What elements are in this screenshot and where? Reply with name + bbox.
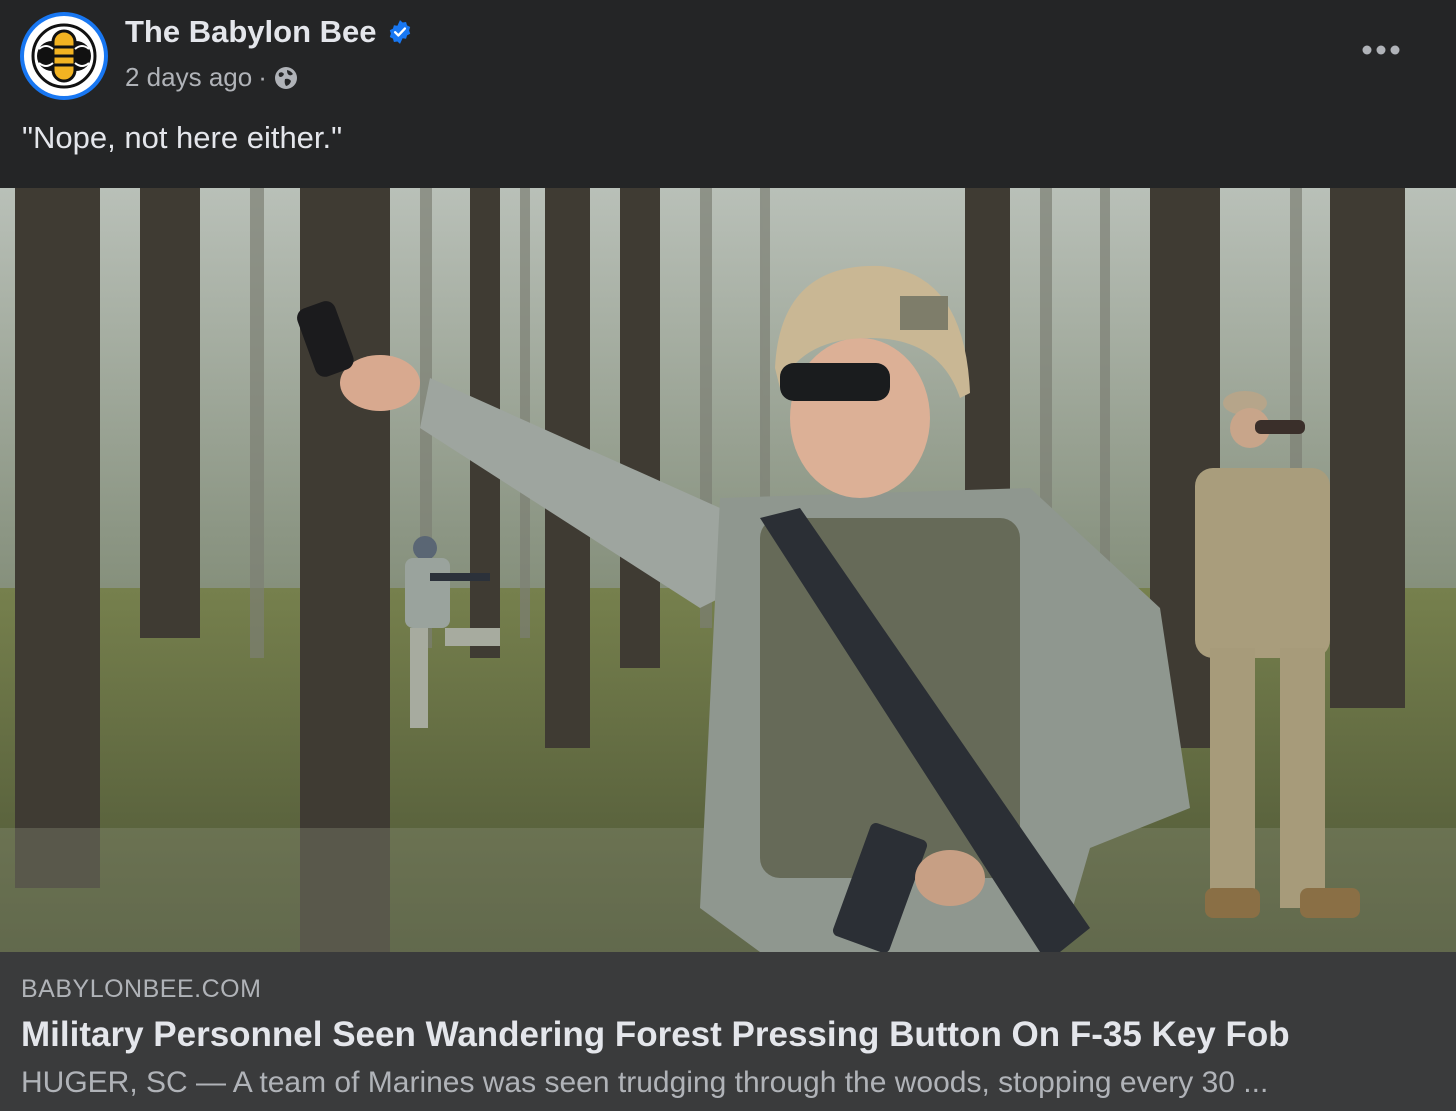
globe-icon	[274, 66, 297, 89]
link-domain[interactable]: BABYLONBEE.COM	[21, 975, 261, 1004]
page-name-link[interactable]: The Babylon Bee	[125, 14, 413, 50]
meta-separator: ·	[258, 62, 267, 92]
more-options-button[interactable]	[1356, 32, 1406, 68]
post-header: The Babylon Bee 2 days ago · "Nope, not …	[0, 0, 1456, 188]
article-image[interactable]	[0, 188, 1456, 952]
link-summary[interactable]: HUGER, SC — A team of Marines was seen t…	[21, 1066, 1421, 1100]
verified-badge-icon	[389, 20, 410, 44]
post-timestamp[interactable]: 2 days ago	[125, 62, 252, 93]
page-avatar[interactable]	[20, 12, 108, 100]
link-headline[interactable]: Military Personnel Seen Wandering Forest…	[21, 1015, 1290, 1055]
babylon-bee-logo	[24, 16, 104, 96]
forest-soldiers-photo	[0, 188, 1456, 952]
more-options-icon	[1362, 45, 1400, 55]
post-meta: 2 days ago ·	[125, 62, 299, 93]
post-caption: "Nope, not here either."	[22, 120, 343, 155]
page-name[interactable]: The Babylon Bee	[125, 14, 377, 50]
